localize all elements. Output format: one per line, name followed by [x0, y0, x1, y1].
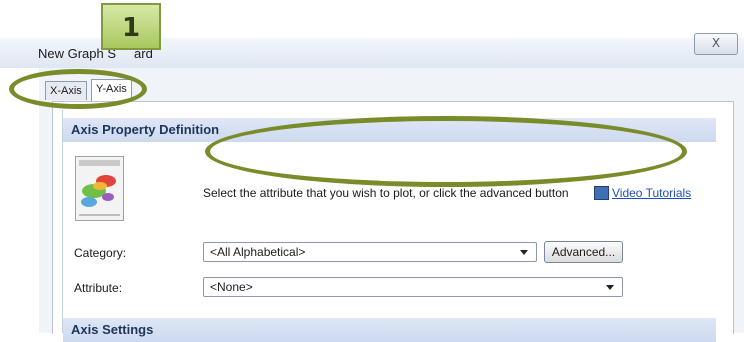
- chevron-down-icon: [606, 285, 614, 290]
- attribute-value: <None>: [210, 280, 253, 294]
- category-select[interactable]: <All Alphabetical>: [203, 242, 537, 262]
- category-value: <All Alphabetical>: [210, 245, 306, 259]
- close-button[interactable]: X: [694, 33, 738, 55]
- section-header-axis-settings: Axis Settings: [63, 318, 716, 342]
- film-icon[interactable]: [594, 186, 609, 200]
- category-label: Category:: [74, 246, 127, 260]
- help-text: Select the attribute that you wish to pl…: [203, 186, 569, 200]
- chevron-down-icon: [520, 250, 528, 255]
- attribute-select[interactable]: <None>: [203, 277, 623, 297]
- attribute-label: Attribute:: [74, 281, 123, 295]
- graph-thumbnail-image: [75, 156, 124, 221]
- step-callout-badge: 1: [101, 3, 161, 50]
- advanced-button[interactable]: Advanced...: [544, 241, 623, 263]
- video-tutorials-link[interactable]: Video Tutorials: [612, 186, 691, 200]
- highlight-ellipse-tabs: [9, 69, 147, 109]
- step-number: 1: [121, 13, 141, 43]
- highlight-ellipse-help: [205, 116, 687, 187]
